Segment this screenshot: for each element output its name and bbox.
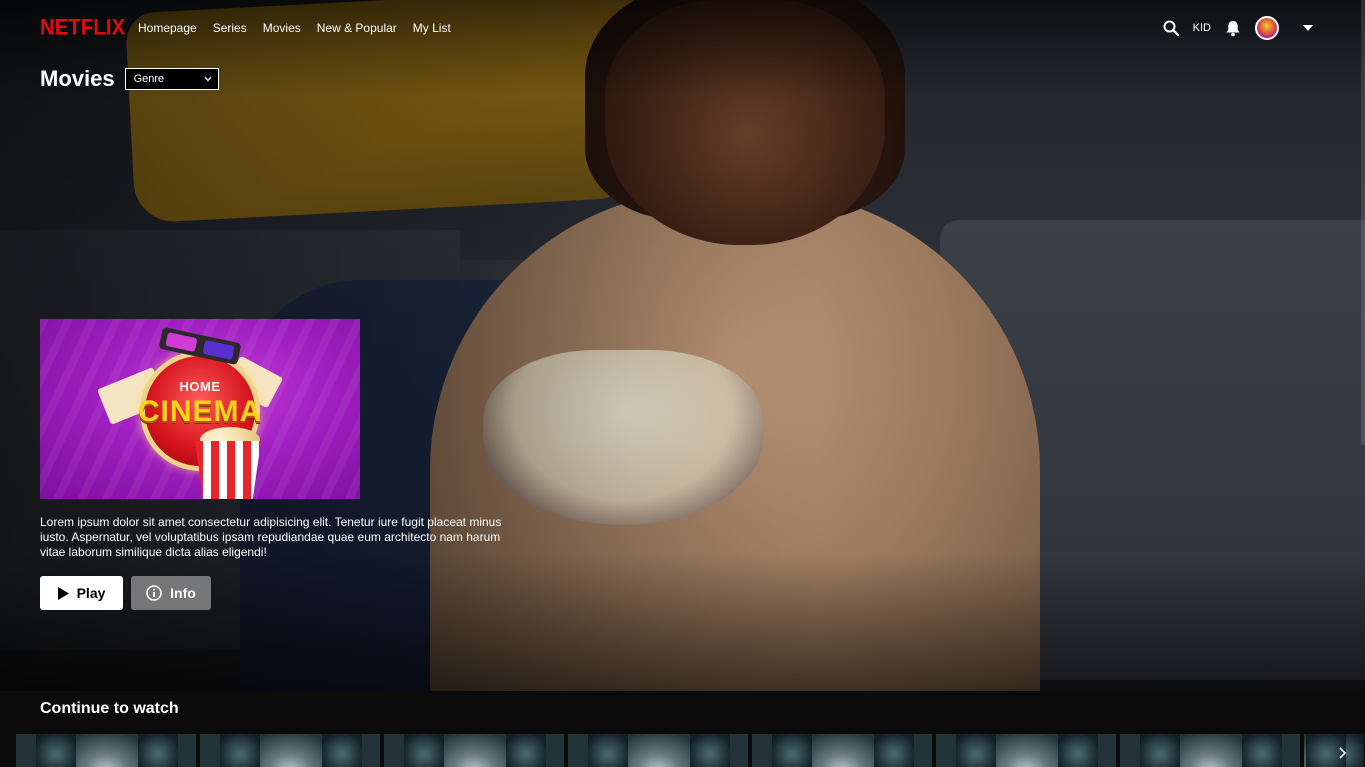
play-button-label: Play bbox=[76, 585, 106, 601]
movie-thumbnail[interactable] bbox=[200, 734, 380, 767]
movie-thumbnail[interactable] bbox=[1304, 734, 1364, 767]
poster-home-text: HOME bbox=[179, 379, 221, 394]
info-button-label: Info bbox=[170, 585, 196, 601]
page-title: Movies bbox=[40, 66, 115, 91]
featured-poster[interactable]: HOME CINEMA bbox=[40, 319, 360, 499]
avatar[interactable] bbox=[1255, 16, 1279, 40]
continue-watching-row: Continue to watch bbox=[0, 691, 1365, 767]
movie-thumbnail[interactable] bbox=[568, 734, 748, 767]
movie-thumbnail[interactable] bbox=[384, 734, 564, 767]
poster-cinema-text: CINEMA bbox=[137, 395, 263, 428]
chevron-right-icon[interactable] bbox=[1339, 747, 1347, 759]
avatar-image bbox=[1257, 18, 1277, 38]
featured-actions: Play Info bbox=[40, 576, 211, 610]
nav-link-my-list[interactable]: My List bbox=[413, 21, 451, 35]
nav-links: Homepage Series Movies New & Popular My … bbox=[138, 21, 451, 35]
caret-down-icon[interactable] bbox=[1303, 25, 1313, 31]
navbar: NETFLIX Homepage Series Movies New & Pop… bbox=[0, 0, 1365, 56]
featured-description: Lorem ipsum dolor sit amet consectetur a… bbox=[40, 515, 502, 559]
kid-profile-link[interactable]: KID bbox=[1193, 22, 1211, 34]
scrollbar[interactable] bbox=[1361, 0, 1365, 445]
nav-link-new-popular[interactable]: New & Popular bbox=[317, 21, 397, 35]
movie-thumbnail[interactable] bbox=[752, 734, 932, 767]
movie-thumbnail[interactable] bbox=[936, 734, 1116, 767]
nav-link-movies[interactable]: Movies bbox=[263, 21, 301, 35]
play-icon bbox=[57, 586, 69, 600]
netflix-logo[interactable]: NETFLIX bbox=[40, 16, 125, 41]
nav-right: KID bbox=[1163, 16, 1313, 40]
popcorn-box-icon bbox=[195, 441, 261, 499]
row-title: Continue to watch bbox=[40, 700, 179, 717]
thumbnail-list bbox=[16, 734, 1364, 767]
info-icon bbox=[146, 585, 162, 601]
movie-thumbnail[interactable] bbox=[16, 734, 196, 767]
chevron-down-icon bbox=[204, 76, 212, 82]
play-button[interactable]: Play bbox=[40, 576, 123, 610]
movie-thumbnail[interactable] bbox=[1120, 734, 1300, 767]
genre-select[interactable]: Genre bbox=[124, 68, 219, 90]
search-icon[interactable] bbox=[1163, 20, 1179, 36]
bell-icon[interactable] bbox=[1225, 20, 1241, 37]
info-button[interactable]: Info bbox=[131, 576, 211, 610]
nav-link-homepage[interactable]: Homepage bbox=[138, 21, 197, 35]
genre-select-value: Genre bbox=[133, 73, 165, 85]
nav-link-series[interactable]: Series bbox=[213, 21, 247, 35]
page-header: Movies Genre bbox=[40, 66, 219, 92]
